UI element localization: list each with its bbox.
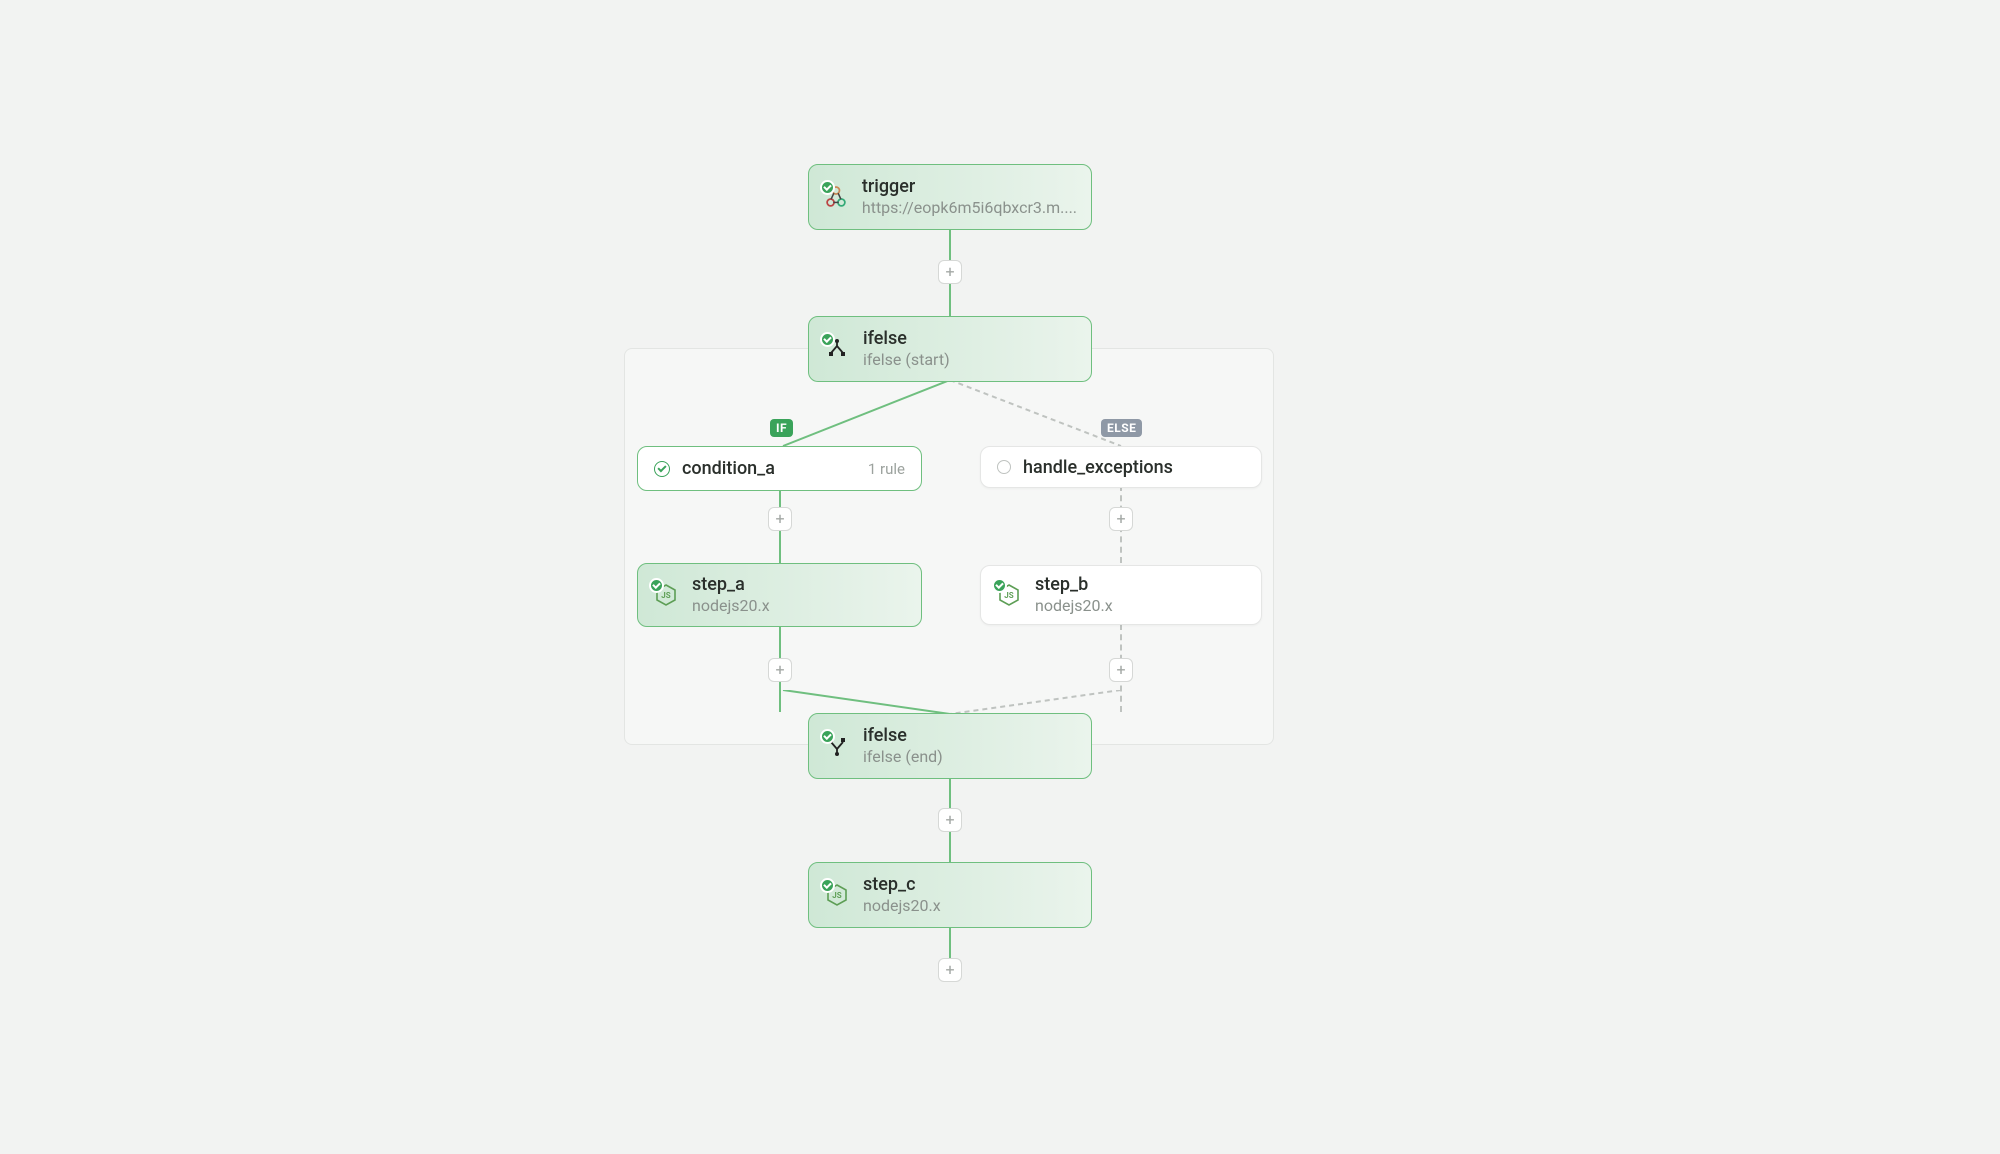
node-title: step_c (863, 874, 941, 897)
svg-text:JS: JS (1004, 591, 1013, 600)
empty-circle-icon (997, 460, 1011, 474)
node-title: ifelse (863, 328, 950, 351)
handle-exceptions-node[interactable]: handle_exceptions (980, 446, 1262, 488)
node-subtitle: ifelse (start) (863, 350, 950, 370)
workflow-canvas[interactable]: trigger https://eopk6m5i6qbxcr3.m.... + … (0, 0, 2000, 1154)
add-step-button[interactable]: + (1109, 507, 1133, 531)
success-badge-icon (649, 578, 664, 593)
step-c-node[interactable]: JS step_c nodejs20.x (808, 862, 1092, 928)
add-step-button[interactable]: + (938, 808, 962, 832)
condition-title: handle_exceptions (1023, 457, 1173, 478)
success-badge-icon (820, 729, 835, 744)
plus-icon: + (945, 962, 954, 978)
node-title: step_b (1035, 574, 1113, 597)
else-tag: ELSE (1101, 419, 1142, 437)
node-subtitle: nodejs20.x (863, 896, 941, 916)
connector (779, 380, 954, 446)
plus-icon: + (945, 264, 954, 280)
success-badge-icon (820, 180, 835, 195)
node-subtitle: nodejs20.x (692, 596, 770, 616)
add-step-button[interactable]: + (768, 507, 792, 531)
connector (950, 380, 1125, 446)
if-tag: IF (770, 419, 793, 437)
connector (950, 690, 1125, 714)
node-subtitle: ifelse (end) (863, 747, 943, 767)
success-badge-icon (820, 878, 835, 893)
node-subtitle: https://eopk6m5i6qbxcr3.m.... (862, 198, 1077, 218)
plus-icon: + (775, 662, 784, 678)
plus-icon: + (945, 812, 954, 828)
ifelse-start-node[interactable]: ifelse ifelse (start) (808, 316, 1092, 382)
plus-icon: + (775, 511, 784, 527)
condition-title: condition_a (682, 458, 775, 479)
node-subtitle: nodejs20.x (1035, 596, 1113, 616)
step-b-node[interactable]: JS step_b nodejs20.x (980, 565, 1262, 625)
trigger-node[interactable]: trigger https://eopk6m5i6qbxcr3.m.... (808, 164, 1092, 230)
check-circle-icon (654, 461, 670, 477)
svg-text:JS: JS (661, 591, 670, 600)
success-badge-icon (820, 332, 835, 347)
rule-count: 1 rule (868, 460, 905, 478)
add-step-button[interactable]: + (938, 958, 962, 982)
node-title: ifelse (863, 725, 943, 748)
plus-icon: + (1116, 511, 1125, 527)
connector (779, 690, 954, 714)
node-title: trigger (862, 176, 1077, 199)
add-step-button[interactable]: + (768, 658, 792, 682)
step-a-node[interactable]: JS step_a nodejs20.x (637, 563, 922, 627)
condition-a-node[interactable]: condition_a 1 rule (637, 446, 922, 491)
svg-text:JS: JS (832, 891, 841, 900)
ifelse-end-node[interactable]: ifelse ifelse (end) (808, 713, 1092, 779)
node-title: step_a (692, 574, 770, 597)
add-step-button[interactable]: + (938, 260, 962, 284)
plus-icon: + (1116, 662, 1125, 678)
success-badge-icon (992, 578, 1007, 593)
add-step-button[interactable]: + (1109, 658, 1133, 682)
